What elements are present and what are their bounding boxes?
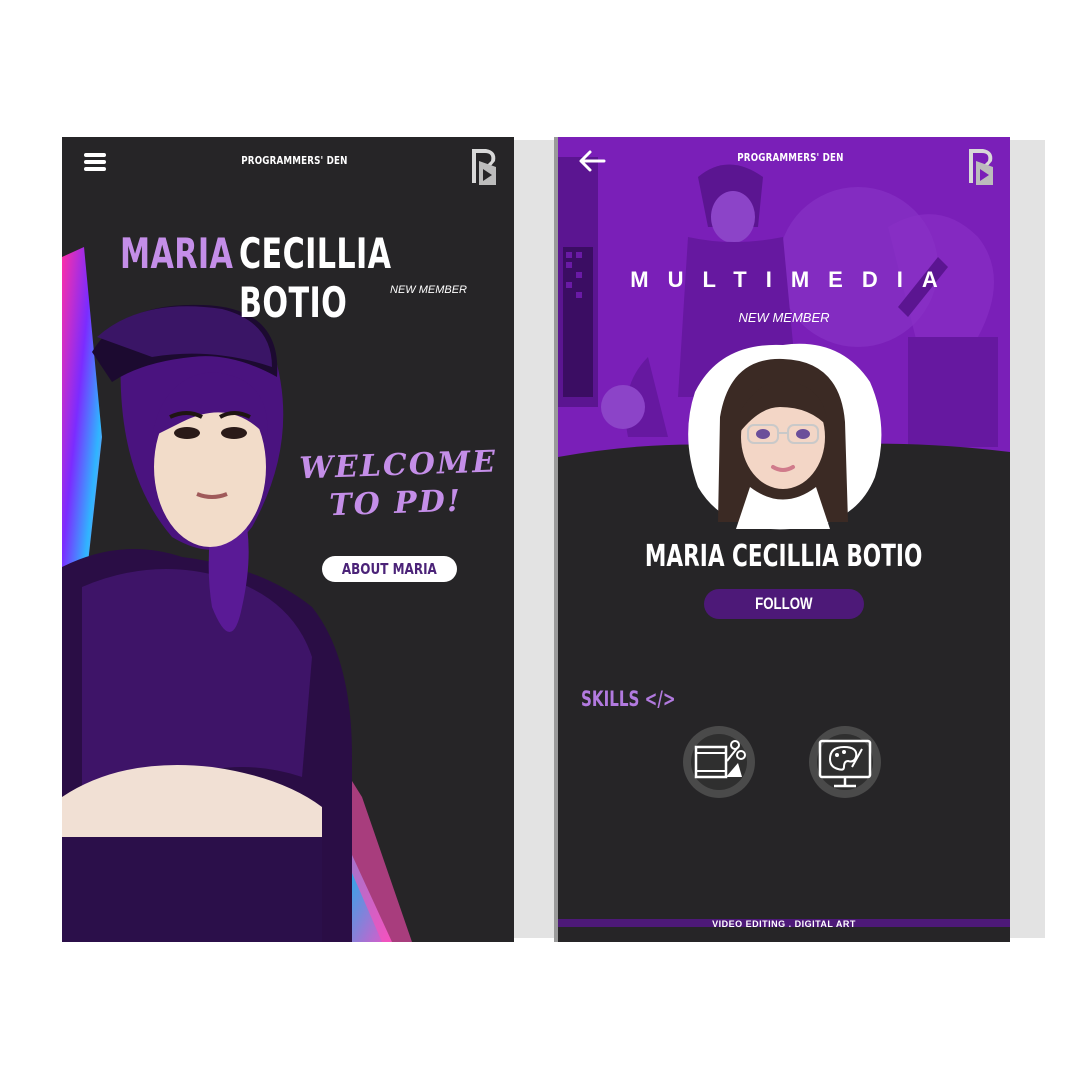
profile-name: MARIA CECILLIA BOTIO	[558, 539, 1010, 574]
about-button[interactable]: ABOUT MARIA	[322, 556, 457, 582]
last-name: CECILLIA BOTIO	[239, 229, 392, 327]
profile-name-text: MARIA CECILLIA BOTIO	[645, 539, 923, 574]
page-shadow	[1010, 140, 1045, 938]
app-title: PROGRAMMERS' DEN	[737, 151, 844, 164]
welcome-line: TO PD!	[328, 483, 463, 524]
follow-button-label: FOLLOW	[755, 594, 813, 613]
profile-screen: PROGRAMMERS' DEN MULTIMEDIA NEW MEMBER M…	[558, 137, 1010, 942]
skills-label: SKILLS </>	[581, 687, 676, 711]
skills-footer-text: VIDEO EDITING . DIGITAL ART	[712, 919, 856, 929]
pd-logo-icon	[969, 149, 993, 185]
member-badge: NEW MEMBER	[738, 310, 830, 325]
welcome-screen: PROGRAMMERS' DEN MARIA CECILLIA BOTIO NE…	[62, 137, 514, 942]
welcome-line: WELCOME	[298, 444, 498, 487]
category-title: MULTIMEDIA	[630, 267, 957, 292]
pd-logo-icon	[472, 149, 496, 185]
digital-art-icon[interactable]	[806, 723, 884, 801]
member-badge: NEW MEMBER	[390, 284, 467, 296]
profile-avatar	[688, 343, 882, 530]
app-title: PROGRAMMERS' DEN	[241, 154, 348, 167]
about-button-label: ABOUT MARIA	[342, 560, 437, 578]
video-editing-icon[interactable]	[680, 723, 758, 801]
first-name: MARIA	[120, 229, 234, 278]
back-arrow-icon[interactable]	[578, 149, 606, 173]
hamburger-menu-icon[interactable]	[84, 153, 106, 171]
page-shadow	[514, 140, 556, 938]
welcome-heading: WELCOME TO PD!	[298, 444, 498, 527]
follow-button[interactable]: FOLLOW	[704, 589, 864, 619]
